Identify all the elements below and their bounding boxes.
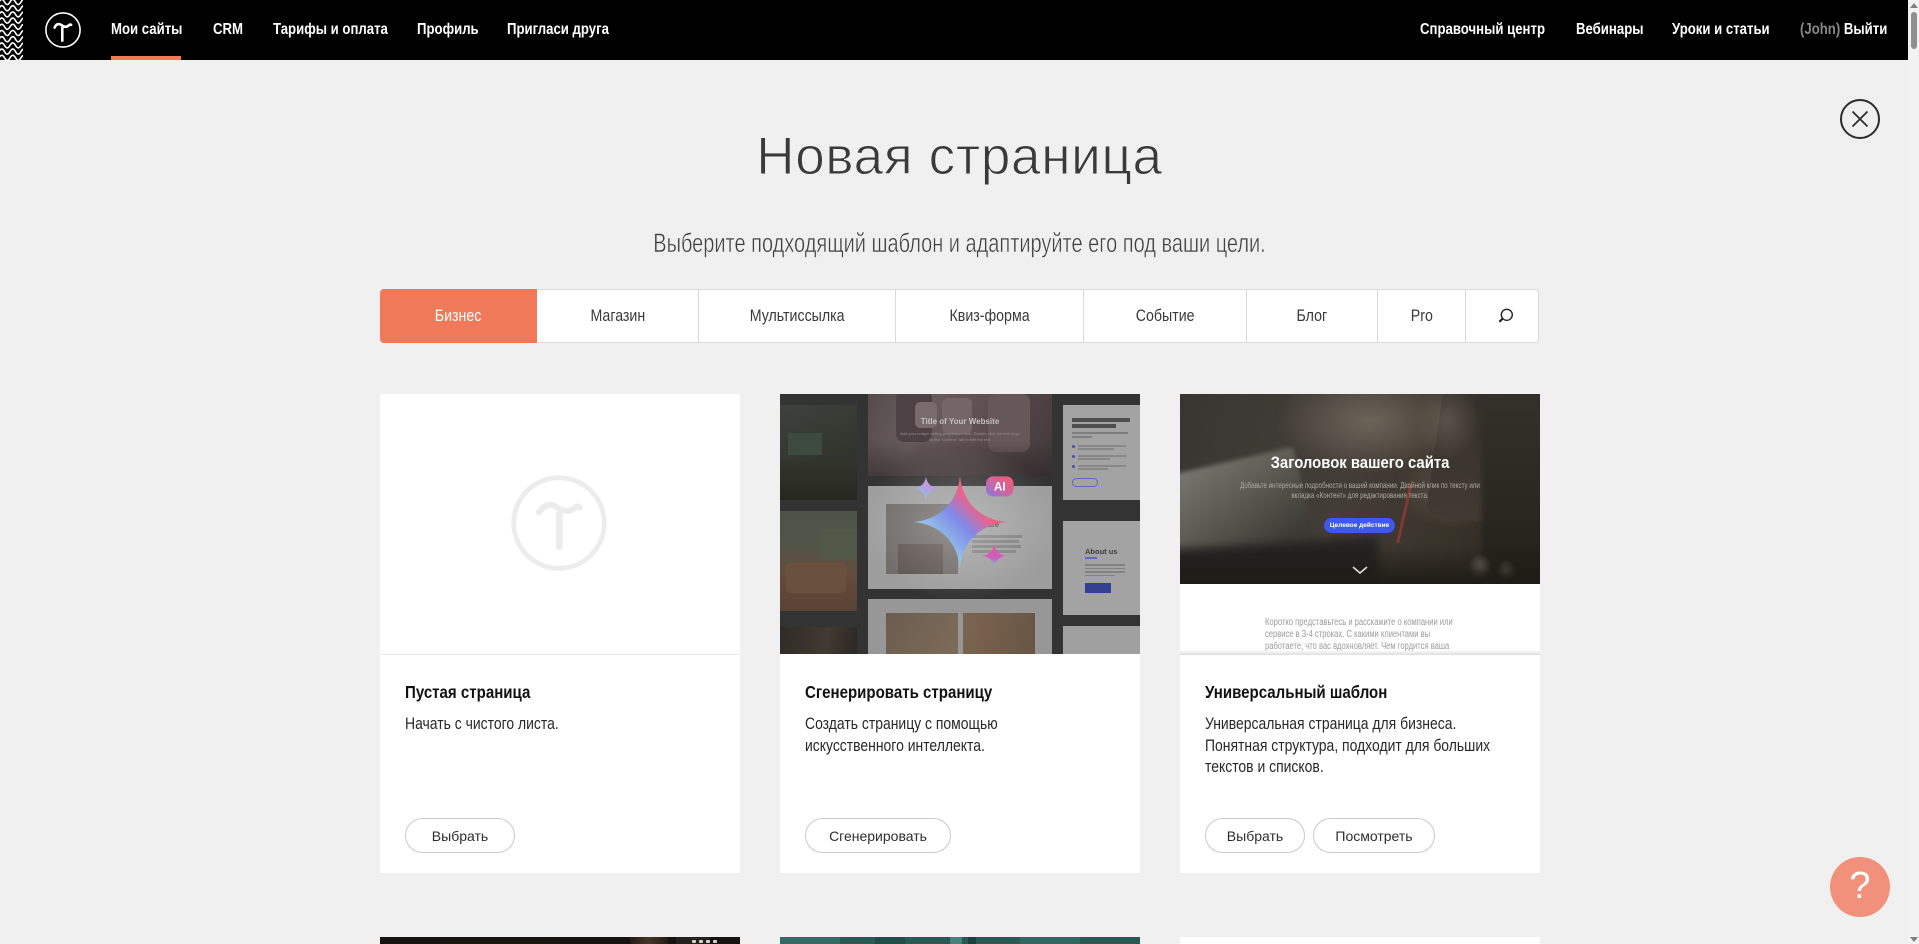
svg-text:AI: AI (994, 482, 1006, 494)
